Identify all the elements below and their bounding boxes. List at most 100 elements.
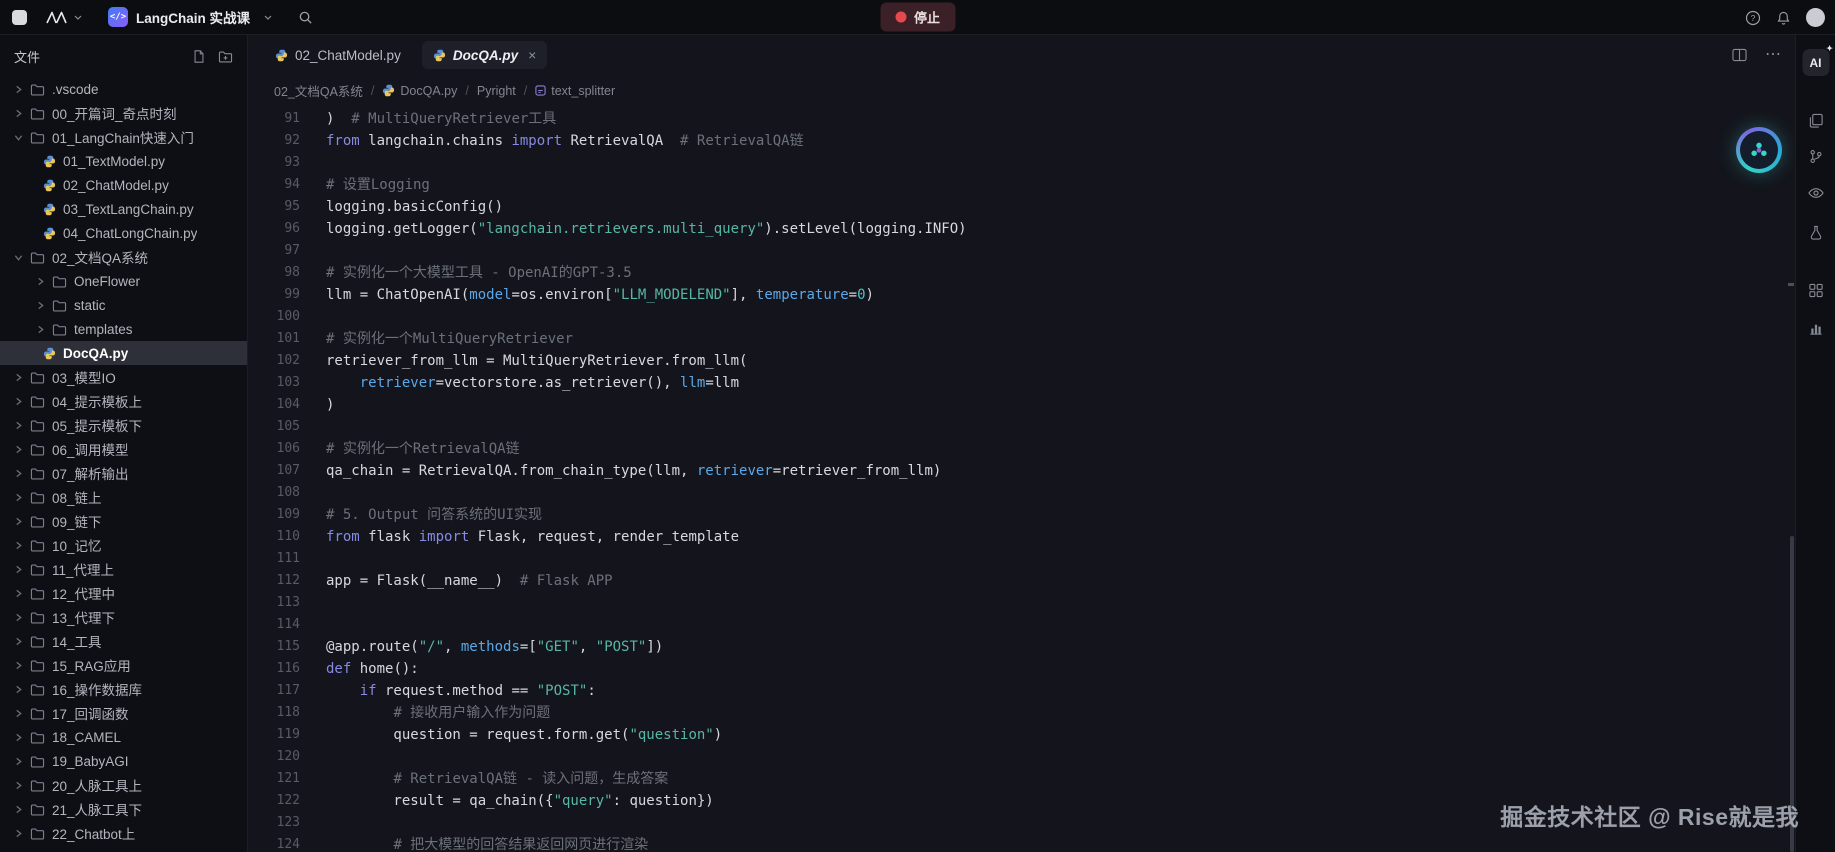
tree-item[interactable]: 11_代理上 [0,557,247,581]
code-line[interactable]: 115@app.route("/", methods=["GET", "POST… [248,636,1795,658]
chevron-right-icon[interactable] [14,757,30,766]
code-line[interactable]: 98# 实例化一个大模型工具 - OpenAI的GPT-3.5 [248,262,1795,284]
ai-assistant-button[interactable]: AI ✦ [1802,49,1829,76]
chevron-right-icon[interactable] [14,397,30,406]
code-line[interactable]: 92from langchain.chains import Retrieval… [248,130,1795,152]
tree-item[interactable]: 08_链上 [0,485,247,509]
chevron-right-icon[interactable] [14,421,30,430]
tree-item[interactable]: 01_TextModel.py [0,149,247,173]
tree-item[interactable]: 03_TextLangChain.py [0,197,247,221]
chevron-down-icon[interactable] [74,15,82,20]
code-line[interactable]: 107qa_chain = RetrievalQA.from_chain_typ… [248,460,1795,482]
app-logo-icon[interactable] [45,11,68,24]
chevron-right-icon[interactable] [14,85,30,94]
code-line[interactable]: 119 question = request.form.get("questio… [248,724,1795,746]
chevron-right-icon[interactable] [14,733,30,742]
chevron-right-icon[interactable] [14,781,30,790]
tree-item[interactable]: 15_RAG应用 [0,653,247,677]
assistant-avatar[interactable] [1736,127,1782,173]
tree-item[interactable]: 04_提示模板上 [0,389,247,413]
code-line[interactable]: 121 # RetrievalQA链 - 读入问题，生成答案 [248,768,1795,790]
chevron-right-icon[interactable] [14,709,30,718]
close-icon[interactable]: × [528,47,536,63]
tree-item[interactable]: 20_人脉工具上 [0,773,247,797]
tree-item[interactable]: 02_ChatModel.py [0,173,247,197]
chevron-right-icon[interactable] [14,109,30,118]
code-line[interactable]: 106# 实例化一个RetrievalQA链 [248,438,1795,460]
chevron-right-icon[interactable] [36,301,52,310]
tree-item[interactable]: 10_记忆 [0,533,247,557]
chevron-right-icon[interactable] [14,469,30,478]
chevron-right-icon[interactable] [14,493,30,502]
code-line[interactable]: 99llm = ChatOpenAI(model=os.environ["LLM… [248,284,1795,306]
tree-item[interactable]: 02_文档QA系统 [0,245,247,269]
chevron-right-icon[interactable] [36,325,52,334]
code-line[interactable]: 102retriever_from_llm = MultiQueryRetrie… [248,350,1795,372]
split-editor-icon[interactable] [1732,48,1747,62]
workspace-switcher[interactable]: </> LangChain 实战课 [108,7,272,27]
chevron-down-icon[interactable] [14,253,30,262]
tree-item[interactable]: templates [0,317,247,341]
tree-item[interactable]: 01_LangChain快速入门 [0,125,247,149]
breadcrumb-item[interactable]: text_splitter [535,84,615,98]
code-line[interactable]: 124 # 把大模型的回答结果返回网页进行渲染 [248,834,1795,852]
chevron-right-icon[interactable] [14,637,30,646]
chevron-right-icon[interactable] [14,565,30,574]
chevron-right-icon[interactable] [14,373,30,382]
search-icon[interactable] [298,10,313,25]
tree-item[interactable]: 21_人脉工具下 [0,797,247,821]
code-line[interactable]: 108 [248,482,1795,504]
avatar[interactable] [1806,8,1825,27]
code-line[interactable]: 93 [248,152,1795,174]
code-line[interactable]: 101# 实例化一个MultiQueryRetriever [248,328,1795,350]
tree-item[interactable]: 09_链下 [0,509,247,533]
git-branch-icon[interactable] [1808,149,1823,164]
tree-item[interactable]: 07_解析输出 [0,461,247,485]
bell-icon[interactable] [1776,10,1791,26]
code-line[interactable]: 114 [248,614,1795,636]
tree-item[interactable]: 04_ChatLongChain.py [0,221,247,245]
code-line[interactable]: 118 # 接收用户输入作为问题 [248,702,1795,724]
grid-icon[interactable] [1808,283,1823,298]
tree-item[interactable]: 03_模型IO [0,365,247,389]
breadcrumb-item[interactable]: 02_文档QA系统 [274,81,363,100]
eye-icon[interactable] [1808,187,1824,199]
chevron-right-icon[interactable] [14,589,30,598]
code-area[interactable]: 91) # MultiQueryRetriever工具92from langch… [248,106,1795,852]
chevron-right-icon[interactable] [14,445,30,454]
code-line[interactable]: 111 [248,548,1795,570]
breadcrumb-item[interactable]: Pyright [477,84,516,98]
code-line[interactable]: 95logging.basicConfig() [248,196,1795,218]
chevron-down-icon[interactable] [14,133,30,142]
tree-item[interactable]: .vscode [0,77,247,101]
code-line[interactable]: 116def home(): [248,658,1795,680]
chevron-right-icon[interactable] [14,685,30,694]
flask-icon[interactable] [1809,225,1823,240]
editor-tab[interactable]: 02_ChatModel.py [264,42,412,69]
tree-item[interactable]: 18_CAMEL [0,725,247,749]
code-line[interactable]: 97 [248,240,1795,262]
code-line[interactable]: 109# 5. Output 问答系统的UI实现 [248,504,1795,526]
scrollbar[interactable] [1788,35,1794,852]
help-icon[interactable]: ? [1745,10,1761,26]
editor-tab[interactable]: DocQA.py× [422,41,547,69]
more-options-icon[interactable]: ⋯ [1765,47,1781,63]
breadcrumb-item[interactable]: DocQA.py [382,84,457,98]
files-icon[interactable] [1808,113,1823,128]
tree-item[interactable]: 06_调用模型 [0,437,247,461]
tree-item[interactable]: 17_回调函数 [0,701,247,725]
tree-item[interactable]: 22_Chatbot上 [0,821,247,845]
tree-item[interactable]: 05_提示模板下 [0,413,247,437]
code-line[interactable]: 117 if request.method == "POST": [248,680,1795,702]
tree-item[interactable]: 14_工具 [0,629,247,653]
code-line[interactable]: 110from flask import Flask, request, ren… [248,526,1795,548]
chevron-right-icon[interactable] [14,829,30,838]
chart-icon[interactable] [1808,321,1823,336]
code-line[interactable]: 112app = Flask(__name__) # Flask APP [248,570,1795,592]
chevron-right-icon[interactable] [14,805,30,814]
tree-item[interactable]: 19_BabyAGI [0,749,247,773]
chevron-right-icon[interactable] [14,517,30,526]
new-folder-icon[interactable] [218,50,233,63]
code-line[interactable]: 105 [248,416,1795,438]
code-line[interactable]: 100 [248,306,1795,328]
